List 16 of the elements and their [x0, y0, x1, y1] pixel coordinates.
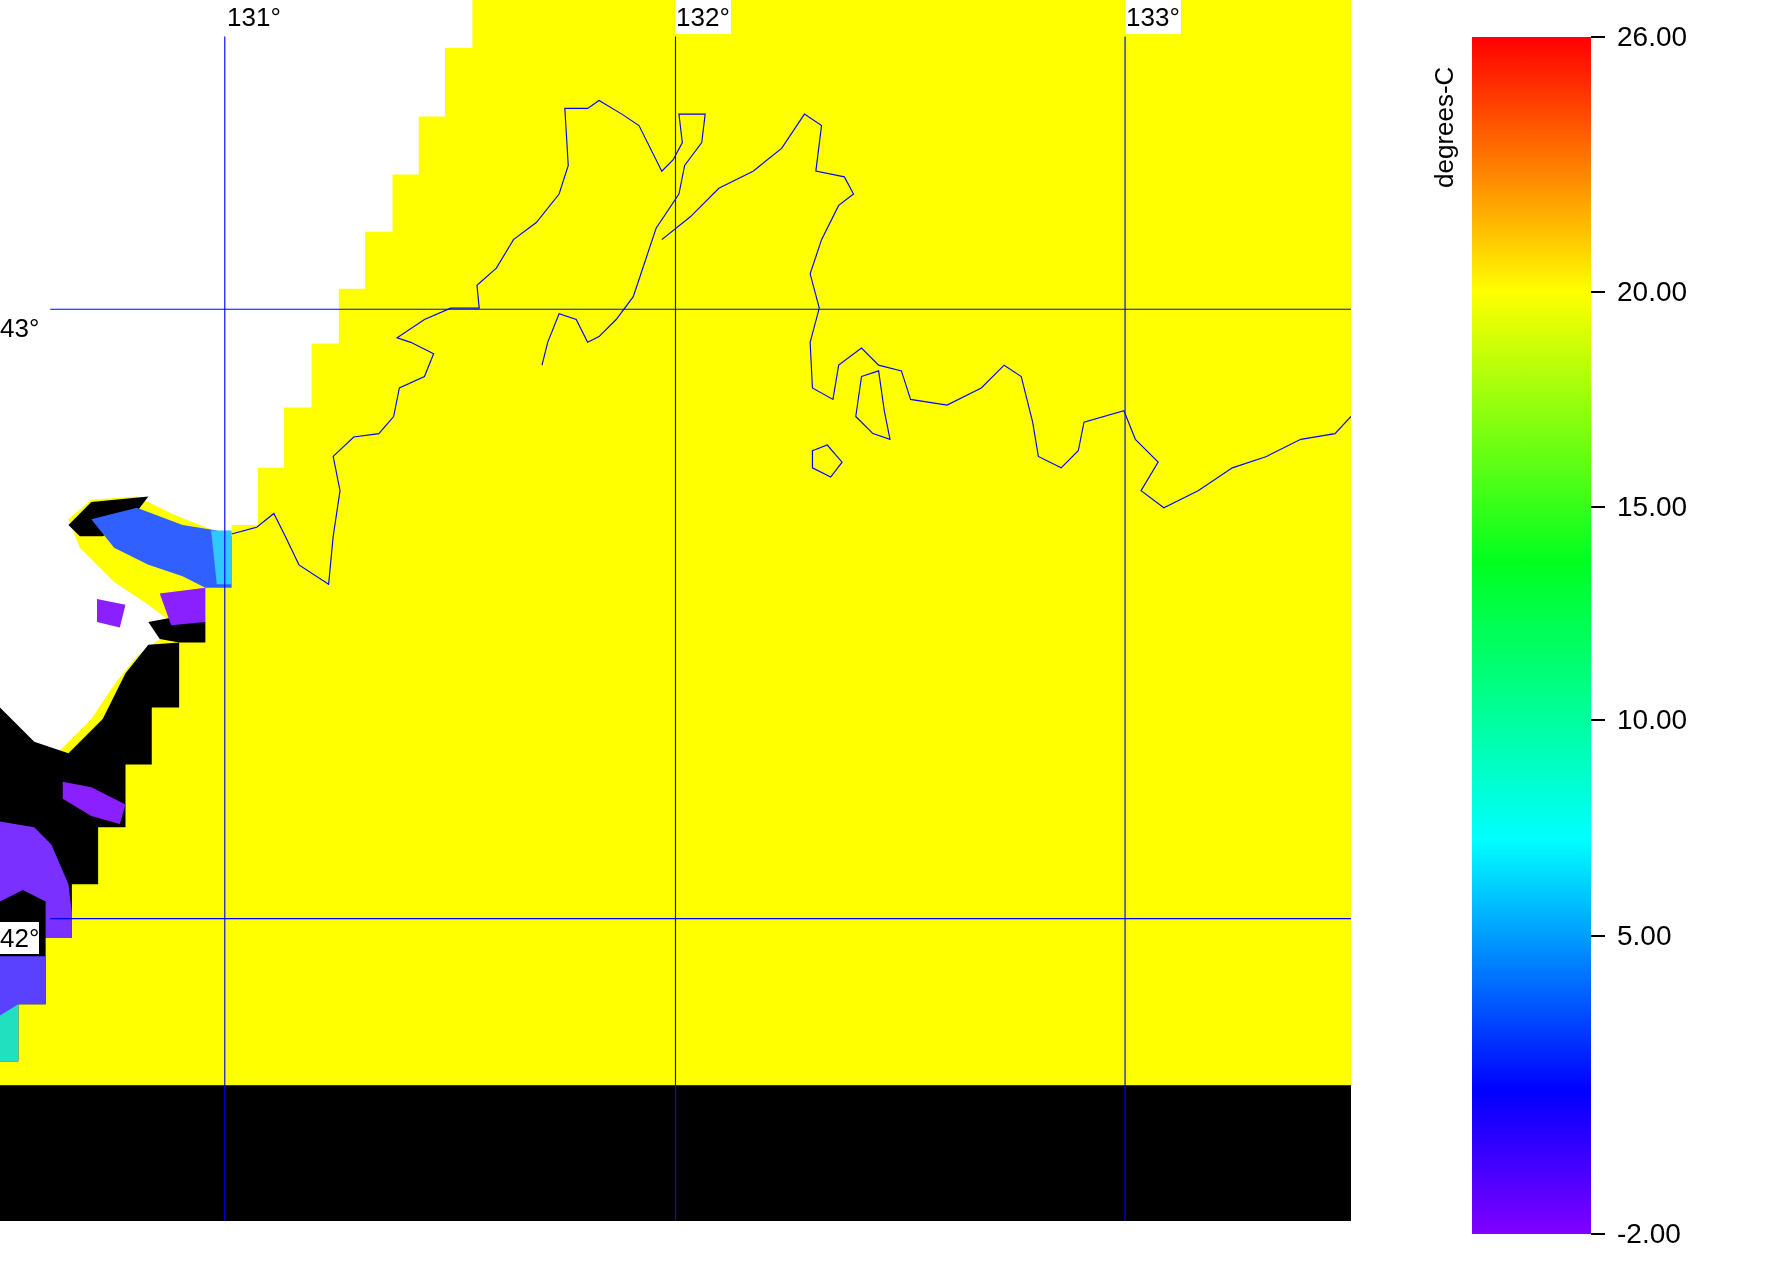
tick-label: 20.00 [1617, 276, 1688, 308]
tick-mark [1591, 1233, 1605, 1235]
latitude-label: 42° [0, 922, 40, 954]
longitude-label: 133° [1125, 0, 1181, 34]
tick-label: -2.00 [1617, 1218, 1681, 1250]
colorbar-title: degrees-C [1429, 66, 1459, 188]
tick-mark [1591, 719, 1605, 721]
longitude-label: 132° [675, 0, 731, 34]
tick-label: 10.00 [1617, 704, 1688, 736]
tick-mark [1591, 291, 1605, 293]
tick-mark [1591, 506, 1605, 508]
tick-mark [1591, 36, 1605, 38]
tick-label: 26.00 [1617, 21, 1688, 53]
tick-label: 5.00 [1617, 920, 1672, 952]
tick-mark [1591, 935, 1605, 937]
tick-label: 15.00 [1617, 491, 1688, 523]
